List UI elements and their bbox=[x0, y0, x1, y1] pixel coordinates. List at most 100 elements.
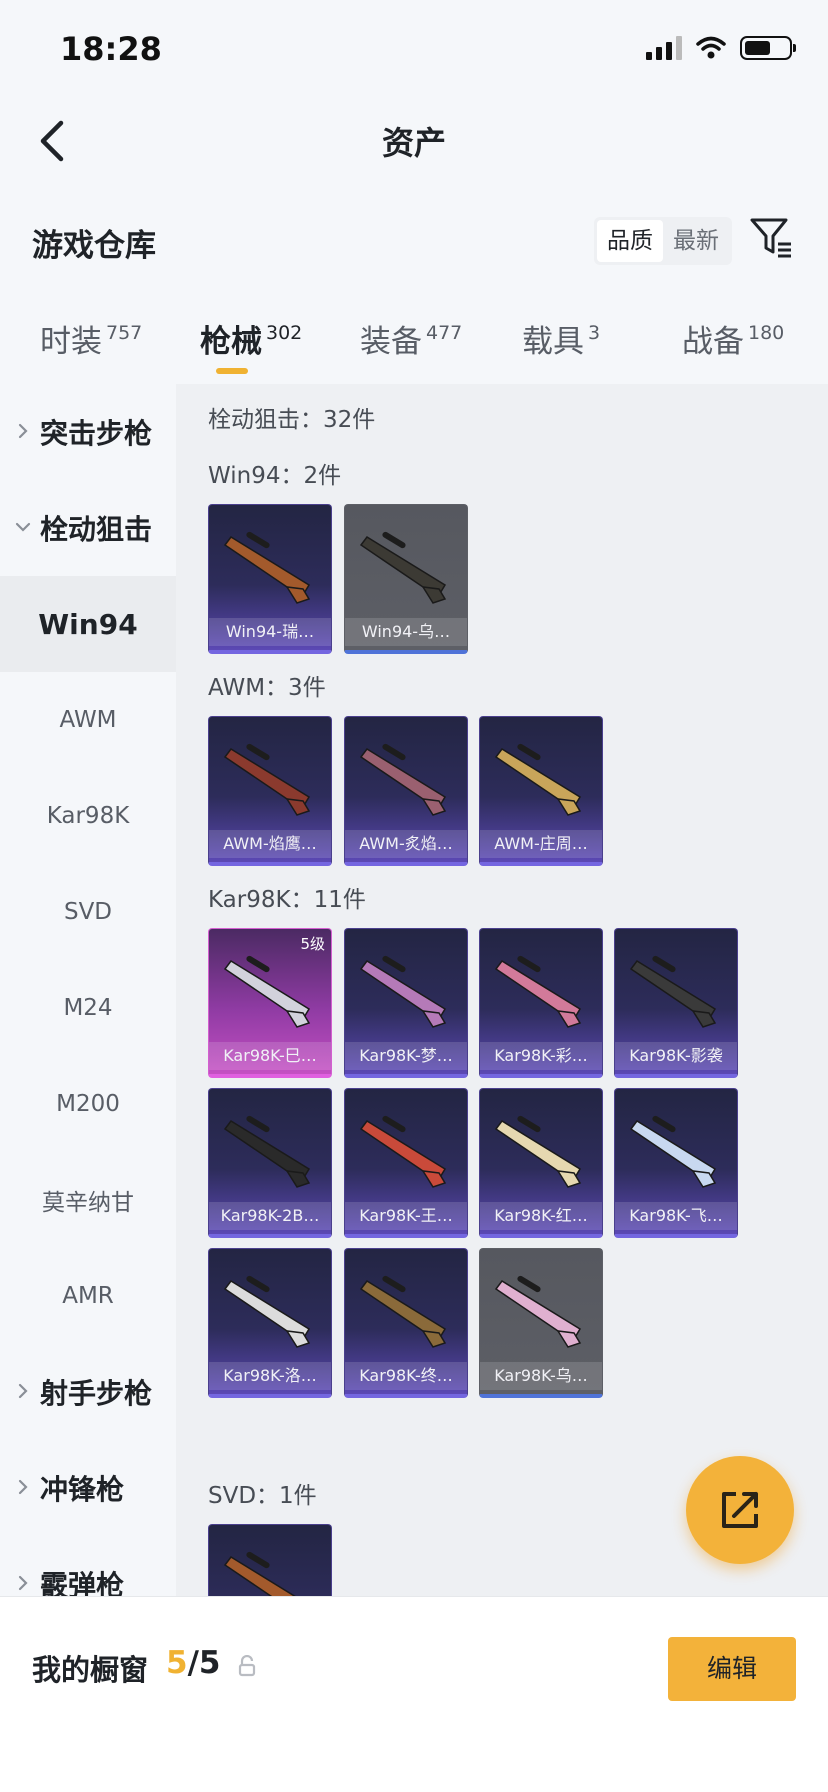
weapon-skin-name: AWM-炙焰… bbox=[345, 830, 467, 858]
weapon-skin-card[interactable]: Kar98K-影袭 bbox=[614, 928, 738, 1078]
sidebar-item-label: 冲锋枪 bbox=[40, 1473, 125, 1506]
sidebar-item-marksman-rifle[interactable]: 射手步枪 bbox=[0, 1344, 176, 1440]
weapon-skin-card[interactable]: Kar98K-洛… bbox=[208, 1248, 332, 1398]
tab-firearms[interactable]: 枪械 302 bbox=[200, 316, 302, 361]
weapon-skin-name: Win94-乌… bbox=[345, 618, 467, 646]
chevron-right-icon bbox=[18, 1575, 28, 1591]
tab-equipment[interactable]: 装备 477 bbox=[360, 316, 462, 361]
group-title-win94: Win94：2件 bbox=[208, 463, 342, 489]
weapon-skin-name: Kar98K-梦… bbox=[345, 1042, 467, 1070]
page-title: 资产 bbox=[381, 124, 446, 162]
sort-option-newest[interactable]: 最新 bbox=[663, 220, 729, 262]
sidebar-item-label: 突击步枪 bbox=[40, 417, 153, 450]
tab-count: 3 bbox=[588, 322, 601, 344]
tab-fashion[interactable]: 时装 757 bbox=[40, 316, 142, 361]
tab-tactical-gear[interactable]: 战备 180 bbox=[682, 316, 784, 361]
weapon-skin-card[interactable]: AWM-炙焰… bbox=[344, 716, 468, 866]
sidebar-item-assault-rifle[interactable]: 突击步枪 bbox=[0, 384, 176, 480]
sidebar-item-m24[interactable]: M24 bbox=[0, 960, 176, 1056]
weapon-skin-name: Kar98K-飞… bbox=[615, 1202, 737, 1230]
sort-toggle: 品质 最新 bbox=[594, 217, 732, 265]
tab-count: 757 bbox=[106, 322, 143, 344]
weapon-skin-name: Kar98K-影袭 bbox=[615, 1042, 737, 1070]
filter-button[interactable] bbox=[748, 214, 794, 260]
wifi-icon bbox=[696, 36, 726, 59]
weapon-skin-card[interactable]: AWM-庄周… bbox=[479, 716, 603, 866]
sidebar-item-bolt-action-sniper[interactable]: 栓动狙击 bbox=[0, 480, 176, 576]
category-tabs: 时装 757 枪械 302 装备 477 载具 3 战备 180 bbox=[0, 300, 828, 380]
weapon-skin-name: Kar98K-王… bbox=[345, 1202, 467, 1230]
sidebar-item-m200[interactable]: M200 bbox=[0, 1056, 176, 1152]
sidebar-item-mosin-nagant[interactable]: 莫辛纳甘 bbox=[0, 1152, 176, 1248]
sidebar-item-label: 射手步枪 bbox=[40, 1377, 153, 1410]
status-icons bbox=[646, 36, 796, 60]
chevron-right-icon bbox=[18, 423, 28, 439]
weapon-skin-name: Kar98K-彩… bbox=[480, 1042, 602, 1070]
tab-label: 枪械 bbox=[200, 324, 262, 360]
sidebar-item-awm[interactable]: AWM bbox=[0, 672, 176, 768]
rifle-icon bbox=[359, 955, 447, 1028]
chevron-right-icon bbox=[18, 1479, 28, 1495]
section-title: 游戏仓库 bbox=[32, 228, 156, 264]
weapon-grid: 栓动狙击：32件 Win94：2件 AWM：3件 Kar98K：11件 SVD：… bbox=[176, 384, 828, 1596]
sort-option-quality[interactable]: 品质 bbox=[597, 220, 663, 262]
weapon-skin-card[interactable]: Kar98K-红… bbox=[479, 1088, 603, 1238]
weapon-skin-card[interactable]: Kar98K-梦… bbox=[344, 928, 468, 1078]
weapon-skin-card[interactable]: 5级 Kar98K-巳… bbox=[208, 928, 332, 1078]
tab-count: 302 bbox=[266, 322, 303, 344]
chevron-down-icon bbox=[15, 522, 31, 532]
rifle-icon bbox=[359, 743, 447, 816]
rifle-icon bbox=[223, 1115, 311, 1188]
sidebar-item-kar98k[interactable]: Kar98K bbox=[0, 768, 176, 864]
category-total: 栓动狙击：32件 bbox=[208, 407, 376, 433]
skin-level-badge: 5级 bbox=[300, 935, 325, 953]
weapon-skin-name: AWM-焰鹰… bbox=[209, 830, 331, 858]
rifle-icon bbox=[494, 743, 582, 816]
sidebar-item-label: 栓动狙击 bbox=[40, 513, 153, 546]
share-button[interactable] bbox=[686, 1456, 794, 1564]
showcase-count-total: /5 bbox=[187, 1645, 221, 1681]
group-title-awm: AWM：3件 bbox=[208, 675, 326, 701]
rifle-icon bbox=[223, 1275, 311, 1348]
weapon-skin-card[interactable]: Win94-乌… bbox=[344, 504, 468, 654]
showcase-bar: 我的橱窗 5/5 编辑 bbox=[0, 1596, 828, 1792]
rifle-icon bbox=[359, 1275, 447, 1348]
rifle-icon bbox=[223, 531, 311, 604]
weapon-skin-card[interactable]: Kar98K-彩… bbox=[479, 928, 603, 1078]
weapon-skin-card[interactable]: Kar98K-乌… bbox=[479, 1248, 603, 1398]
weapon-skin-name: Kar98K-2B… bbox=[209, 1202, 331, 1230]
sidebar-item-smg[interactable]: 冲锋枪 bbox=[0, 1440, 176, 1536]
weapon-skin-card[interactable]: AWM-焰鹰… bbox=[208, 716, 332, 866]
cellular-signal-icon bbox=[646, 36, 682, 60]
status-time: 18:28 bbox=[60, 30, 162, 68]
share-icon bbox=[722, 1492, 758, 1528]
battery-icon bbox=[740, 36, 796, 60]
tab-vehicles[interactable]: 载具 3 bbox=[522, 316, 600, 361]
tab-label: 载具 bbox=[522, 324, 584, 360]
showcase-label: 我的橱窗 bbox=[32, 1653, 149, 1687]
rifle-icon bbox=[223, 1551, 296, 1596]
weapon-skin-card[interactable]: Kar98K-王… bbox=[344, 1088, 468, 1238]
weapon-skin-name: Kar98K-终… bbox=[345, 1362, 467, 1390]
edit-button[interactable]: 编辑 bbox=[668, 1637, 796, 1701]
sidebar-item-shotgun[interactable]: 霰弹枪 bbox=[0, 1536, 176, 1596]
rifle-icon bbox=[359, 1115, 447, 1188]
active-tab-indicator bbox=[216, 368, 248, 374]
lock-icon bbox=[238, 1655, 256, 1677]
filter-icon bbox=[750, 218, 791, 258]
rifle-icon bbox=[494, 1115, 582, 1188]
rifle-icon bbox=[359, 531, 447, 604]
weapon-skin-card[interactable]: Kar98K-2B… bbox=[208, 1088, 332, 1238]
sidebar-item-win94[interactable]: Win94 bbox=[0, 576, 176, 672]
weapon-skin-card[interactable]: Kar98K-飞… bbox=[614, 1088, 738, 1238]
weapon-skin-name: AWM-庄周… bbox=[480, 830, 602, 858]
weapon-skin-card[interactable] bbox=[208, 1524, 332, 1596]
tab-label: 装备 bbox=[360, 324, 422, 360]
weapon-skin-card[interactable]: Kar98K-终… bbox=[344, 1248, 468, 1398]
showcase-count-current: 5 bbox=[166, 1645, 188, 1681]
weapon-skin-card[interactable]: Win94-瑞… bbox=[208, 504, 332, 654]
weapon-type-sidebar: 突击步枪 栓动狙击 Win94 AWM Kar98K SVD M24 M200 … bbox=[0, 384, 176, 1596]
sidebar-item-svd[interactable]: SVD bbox=[0, 864, 176, 960]
sidebar-item-amr[interactable]: AMR bbox=[0, 1248, 176, 1344]
tab-count: 477 bbox=[426, 322, 463, 344]
